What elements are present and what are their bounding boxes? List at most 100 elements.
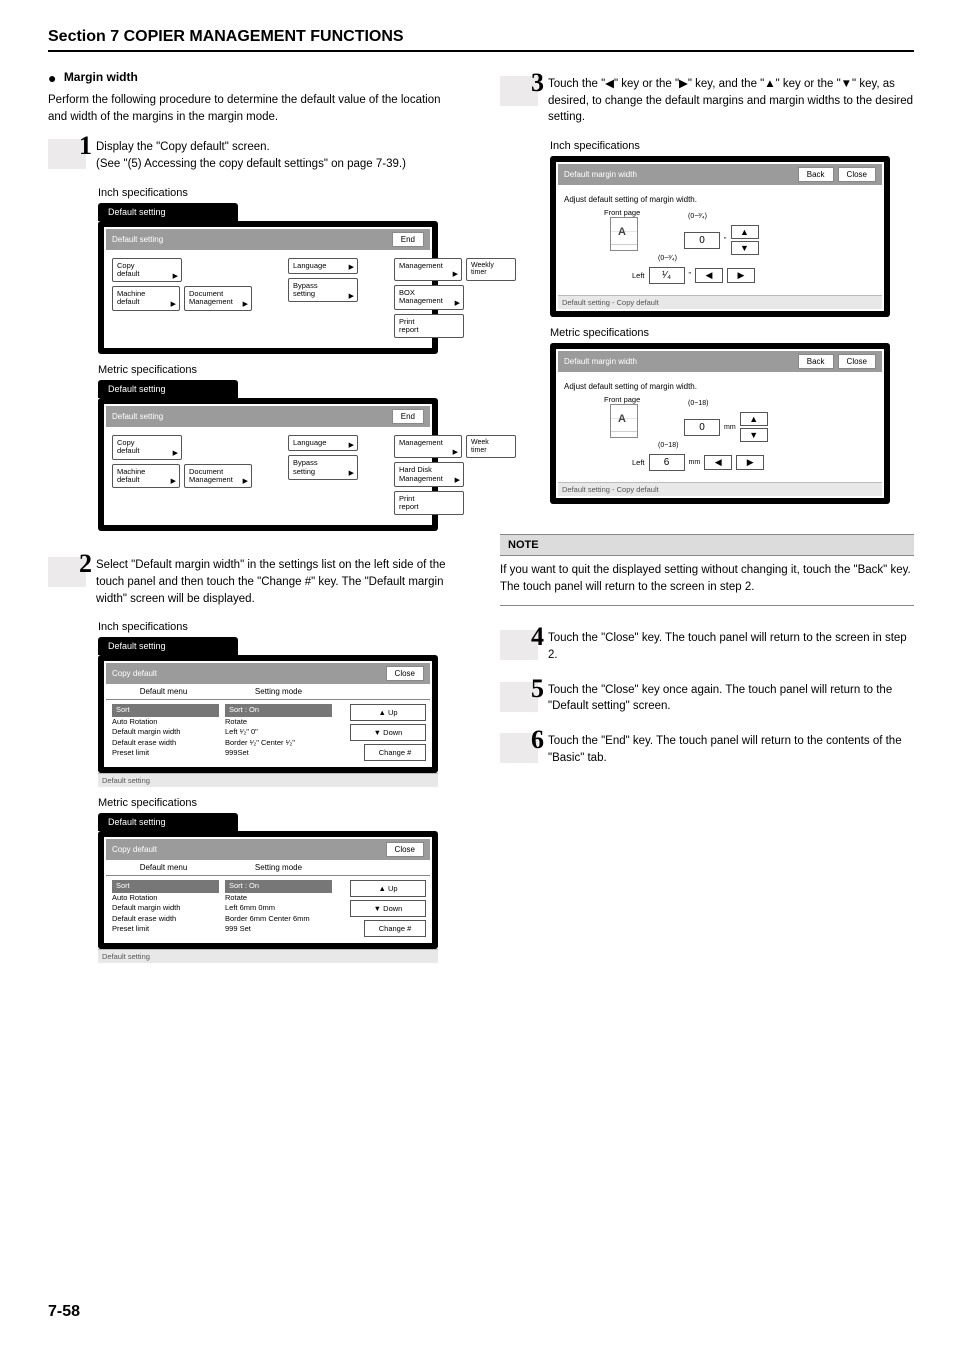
print-report-button[interactable]: Print report [394, 491, 464, 516]
change-button[interactable]: Change # [364, 920, 426, 937]
panel-tab: Default setting [98, 380, 238, 398]
copy-default-button[interactable]: Copy default▶ [112, 435, 182, 460]
menu-list[interactable]: Sort Auto Rotation Default margin width … [106, 880, 219, 937]
value-list: Sort : On Rotate Left 6mm 0mm Border 6mm… [219, 880, 332, 937]
box-mgmt-button[interactable]: BOX Management▶ [394, 285, 464, 310]
note-header: NOTE [500, 534, 914, 556]
end-button[interactable]: End [392, 409, 424, 424]
up-arrow-button[interactable]: ▲ [740, 412, 768, 426]
step-2-marker: 2 [48, 557, 86, 587]
range-label: (0~18) [688, 400, 708, 407]
up-button[interactable]: ▲ Up [350, 880, 426, 897]
step-1-text: Display the "Copy default" screen. (See … [96, 139, 406, 172]
close-button[interactable]: Close [838, 354, 876, 369]
page-preview-icon [610, 404, 638, 438]
up-arrow-button[interactable]: ▲ [731, 225, 759, 239]
close-button[interactable]: Close [386, 842, 424, 857]
copy-default-list-panel-inch: Default setting Copy default Close Defau… [98, 637, 438, 787]
heading-text: Margin width [64, 70, 138, 84]
default-setting-panel-inch: Default setting Default setting End Copy… [98, 203, 438, 354]
column-setting-mode: Setting mode [221, 687, 336, 696]
margin-width-heading: ● Margin width [48, 70, 462, 86]
panel-header-title: Copy default [112, 845, 382, 854]
step-6-marker: 6 [500, 733, 538, 763]
status-footer: Default setting - Copy default [558, 482, 882, 496]
machine-default-button[interactable]: Machine default▶ [112, 464, 180, 489]
machine-default-button[interactable]: Machine default▶ [112, 286, 180, 311]
print-report-button[interactable]: Print report [394, 314, 464, 339]
step-5-text: Touch the "Close" key once again. The to… [548, 682, 914, 715]
close-button[interactable]: Close [838, 167, 876, 182]
week-timer-button[interactable]: Week timer [466, 435, 516, 458]
panel-header-title: Default margin width [564, 357, 794, 366]
change-button[interactable]: Change # [364, 744, 426, 761]
bypass-setting-button[interactable]: Bypass setting▶ [288, 278, 358, 303]
language-button[interactable]: Language▶ [288, 258, 358, 274]
page-number: 7-58 [48, 1303, 80, 1321]
top-value: 0 [684, 232, 720, 249]
section-header: Section 7 COPIER MANAGEMENT FUNCTIONS [48, 28, 914, 52]
bypass-setting-button[interactable]: Bypass setting▶ [288, 455, 358, 480]
up-button[interactable]: ▲ Up [350, 704, 426, 721]
step-3-marker: 3 [500, 76, 538, 106]
step-4-marker: 4 [500, 630, 538, 660]
right-arrow-button[interactable]: ▶ [727, 268, 755, 283]
step-6-text: Touch the "End" key. The touch panel wil… [548, 733, 914, 766]
document-mgmt-button[interactable]: Document Management▶ [184, 286, 252, 311]
panel-tab: Default setting [98, 637, 238, 655]
value-list: Sort : On Rotate Left ¹⁄₂" 0" Border ¹⁄₂… [219, 704, 332, 761]
column-default-menu: Default menu [106, 687, 221, 696]
right-arrow-button[interactable]: ▶ [736, 455, 764, 470]
adjust-title: Adjust default setting of margin width. [564, 195, 876, 204]
panel-header-title: Copy default [112, 669, 382, 678]
left-arrow-button[interactable]: ◀ [704, 455, 732, 470]
step-2-text: Select "Default margin width" in the set… [96, 557, 462, 607]
metric-spec-label: Metric specifications [550, 327, 914, 339]
left-label: Left [632, 458, 645, 467]
unit-label: " [724, 237, 727, 244]
step-5-marker: 5 [500, 682, 538, 712]
management-button[interactable]: Management▶ [394, 258, 462, 281]
down-arrow-button[interactable]: ▼ [731, 241, 759, 255]
panel-header-title: Default setting [112, 235, 388, 244]
note-text: If you want to quit the displayed settin… [500, 556, 914, 606]
down-arrow-button[interactable]: ▼ [740, 428, 768, 442]
inch-spec-label: Inch specifications [98, 187, 462, 199]
unit-label: mm [724, 424, 736, 431]
range-label: (0~18) [658, 442, 678, 449]
intro-text: Perform the following procedure to deter… [48, 92, 462, 125]
down-button[interactable]: ▼ Down [350, 724, 426, 741]
left-arrow-button[interactable]: ◀ [695, 268, 723, 283]
back-button[interactable]: Back [798, 167, 834, 182]
menu-list[interactable]: Sort Auto Rotation Default margin width … [106, 704, 219, 761]
back-button[interactable]: Back [798, 354, 834, 369]
close-button[interactable]: Close [386, 666, 424, 681]
metric-spec-label: Metric specifications [98, 364, 462, 376]
left-value: 6 [649, 454, 685, 471]
panel-header-title: Default setting [112, 412, 388, 421]
weekly-timer-button[interactable]: Weekly timer [466, 258, 516, 281]
end-button[interactable]: End [392, 232, 424, 247]
column-default-menu: Default menu [106, 863, 221, 872]
hard-disk-mgmt-button[interactable]: Hard Disk Management▶ [394, 462, 464, 487]
step-4-text: Touch the "Close" key. The touch panel w… [548, 630, 914, 663]
left-label: Left [632, 271, 645, 280]
language-button[interactable]: Language▶ [288, 435, 358, 451]
bullet-icon: ● [48, 70, 56, 86]
page-preview-icon [610, 217, 638, 251]
management-button[interactable]: Management▶ [394, 435, 462, 458]
margin-adjust-panel-inch: Default margin width Back Close Adjust d… [550, 156, 890, 317]
unit-label: mm [689, 459, 701, 466]
default-setting-panel-metric: Default setting Default setting End Copy… [98, 380, 438, 531]
metric-spec-label: Metric specifications [98, 797, 462, 809]
document-mgmt-button[interactable]: Document Management▶ [184, 464, 252, 489]
step-1-marker: 1 [48, 139, 86, 169]
column-setting-mode: Setting mode [221, 863, 336, 872]
down-button[interactable]: ▼ Down [350, 900, 426, 917]
copy-default-list-panel-metric: Default setting Copy default Close Defau… [98, 813, 438, 963]
inch-spec-label: Inch specifications [550, 140, 914, 152]
copy-default-button[interactable]: Copy default▶ [112, 258, 182, 283]
panel-header-title: Default margin width [564, 170, 794, 179]
status-footer: Default setting - Copy default [558, 295, 882, 309]
adjust-title: Adjust default setting of margin width. [564, 382, 876, 391]
